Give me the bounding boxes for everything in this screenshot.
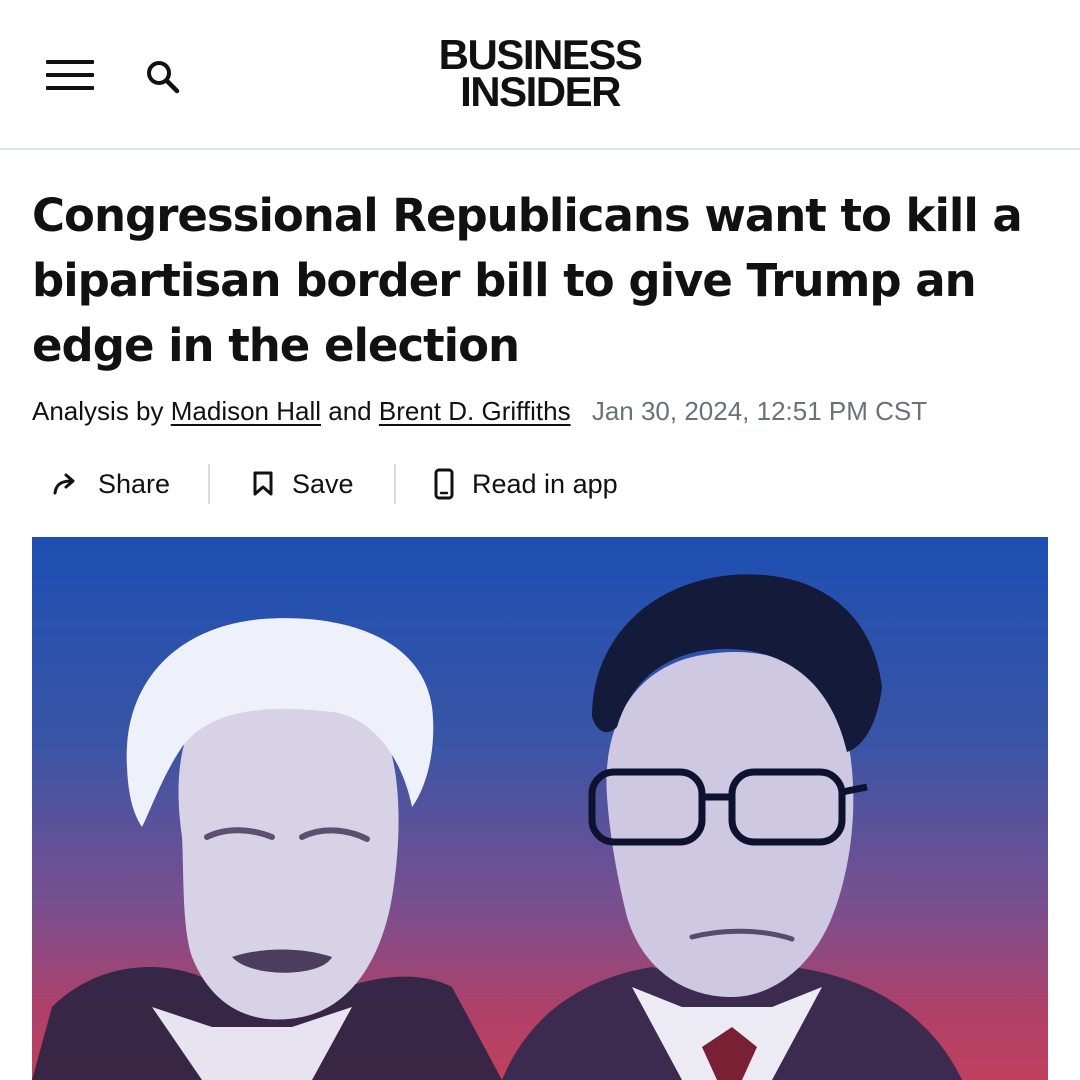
byline: Analysis by Madison Hall and Brent D. Gr… xyxy=(32,394,1052,428)
search-icon[interactable] xyxy=(144,58,182,96)
read-in-app-button[interactable]: Read in app xyxy=(434,460,618,508)
bookmark-icon xyxy=(253,471,273,496)
byline-prefix: Analysis by xyxy=(32,396,164,426)
business-insider-logo[interactable]: BUSINESS INSIDER xyxy=(430,34,650,115)
hamburger-menu-icon[interactable] xyxy=(46,60,94,90)
save-label: Save xyxy=(292,468,354,499)
author-link-madison-hall[interactable]: Madison Hall xyxy=(171,396,321,426)
action-divider xyxy=(394,464,396,504)
share-label: Share xyxy=(98,468,171,499)
byline-joiner: and xyxy=(328,396,372,426)
site-header: BUSINESS INSIDER xyxy=(0,0,1080,150)
logo-line-2: INSIDER xyxy=(460,68,621,115)
share-button[interactable]: Share xyxy=(52,460,170,508)
right-portrait xyxy=(502,574,962,1080)
article-actions: Share Save Read in app xyxy=(32,460,732,508)
author-link-brent-griffiths[interactable]: Brent D. Griffiths xyxy=(379,396,571,426)
action-divider xyxy=(208,464,210,504)
publish-date: Jan 30, 2024, 12:51 PM CST xyxy=(591,396,928,426)
phone-icon xyxy=(434,468,454,500)
hero-image xyxy=(32,537,1048,1080)
share-arrow-icon xyxy=(53,473,75,495)
save-button[interactable]: Save xyxy=(252,460,354,508)
article-headline: Congressional Republicans want to kill a… xyxy=(32,189,1023,372)
left-portrait xyxy=(32,618,502,1080)
read-in-app-label: Read in app xyxy=(472,468,618,499)
